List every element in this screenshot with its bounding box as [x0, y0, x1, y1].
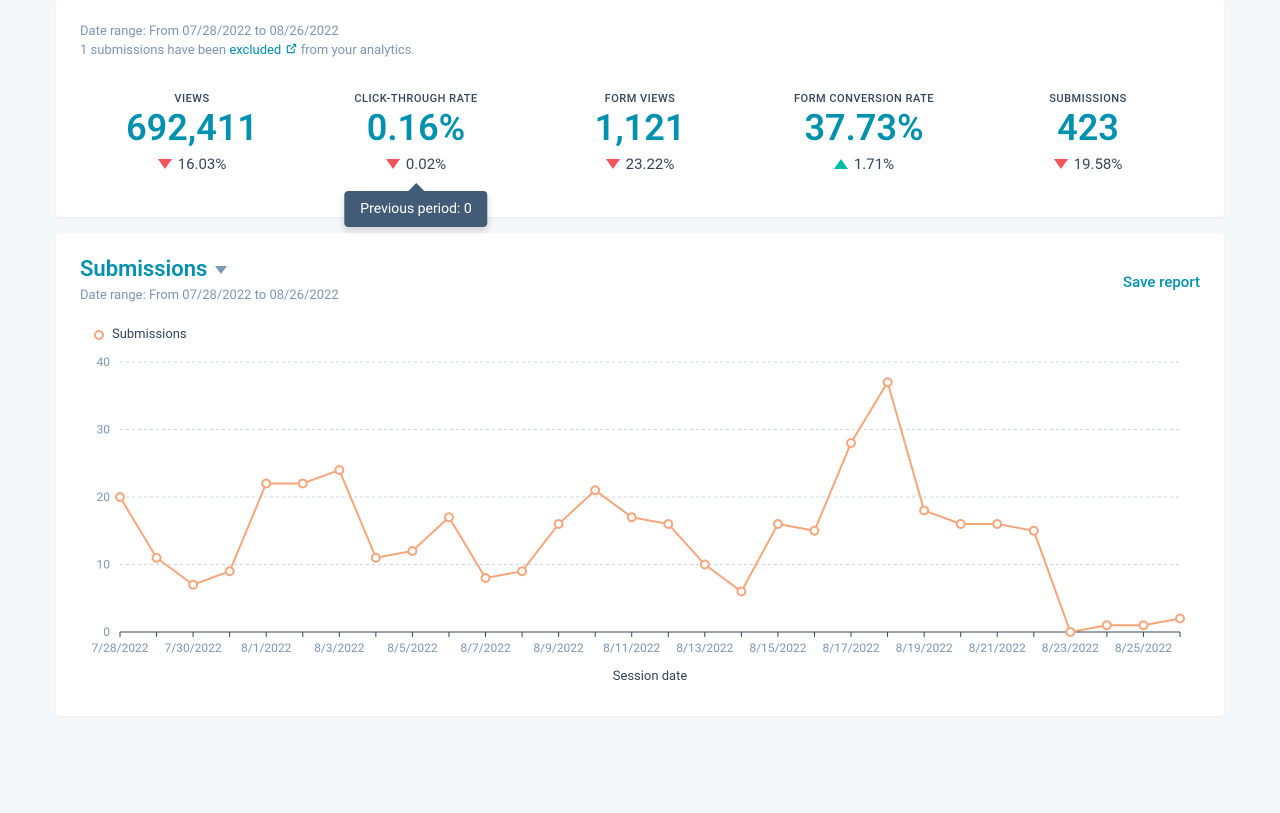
- excluded-prefix: 1 submissions have been: [80, 43, 229, 58]
- svg-text:0: 0: [103, 625, 110, 639]
- svg-text:8/23/2022: 8/23/2022: [1042, 641, 1099, 655]
- kpi-row: VIEWS 692,411 16.03% CLICK-THROUGH RATE 0.16…: [80, 62, 1200, 193]
- kpi-delta: 19.58%: [1054, 155, 1123, 173]
- kpi-card: Date range: From 07/28/2022 to 08/26/202…: [56, 0, 1224, 217]
- kpi-value: 0.16%: [304, 107, 528, 149]
- kpi-label: CLICK-THROUGH RATE: [304, 92, 528, 105]
- svg-text:8/11/2022: 8/11/2022: [603, 641, 660, 655]
- kpi-label: VIEWS: [80, 92, 304, 105]
- kpi-value: 1,121: [528, 107, 752, 149]
- svg-text:8/17/2022: 8/17/2022: [822, 641, 879, 655]
- kpi-form-views[interactable]: FORM VIEWS 1,121 23.22%: [528, 92, 752, 173]
- svg-text:8/7/2022: 8/7/2022: [460, 641, 511, 655]
- svg-text:8/1/2022: 8/1/2022: [241, 641, 292, 655]
- kpi-label: FORM CONVERSION RATE: [752, 92, 976, 105]
- chart-card: Submissions Date range: From 07/28/2022 …: [56, 233, 1224, 716]
- kpi-submissions[interactable]: SUBMISSIONS 423 19.58%: [976, 92, 1200, 173]
- submissions-chart: 0 10 20 30 40 7/28/2022 7/30/2022 8/1/2022 8/3/2…: [80, 352, 1200, 692]
- svg-text:8/5/2022: 8/5/2022: [387, 641, 438, 655]
- svg-text:10: 10: [97, 558, 111, 572]
- arrow-up-icon: [834, 159, 848, 169]
- excluded-suffix: from your analytics.: [301, 43, 415, 58]
- svg-text:7/30/2022: 7/30/2022: [165, 641, 222, 655]
- date-range-text: Date range: From 07/28/2022 to 08/26/202…: [80, 24, 1200, 39]
- save-report-button[interactable]: Save report: [1123, 273, 1200, 291]
- svg-text:7/28/2022: 7/28/2022: [91, 641, 148, 655]
- legend-label: Submissions: [112, 327, 187, 342]
- previous-period-tooltip: Previous period: 0: [344, 191, 487, 227]
- svg-text:8/13/2022: 8/13/2022: [676, 641, 733, 655]
- excluded-notice: 1 submissions have been excluded from yo…: [80, 43, 1200, 58]
- kpi-value: 423: [976, 107, 1200, 149]
- svg-text:8/15/2022: 8/15/2022: [749, 641, 806, 655]
- chevron-down-icon: [215, 266, 227, 274]
- svg-text:8/21/2022: 8/21/2022: [969, 641, 1026, 655]
- legend-marker-icon: [94, 330, 104, 340]
- kpi-delta: 1.71%: [834, 155, 894, 173]
- chart-title-text: Submissions: [80, 257, 207, 282]
- kpi-value: 692,411: [80, 107, 304, 149]
- kpi-delta: 16.03%: [158, 155, 227, 173]
- arrow-down-icon: [158, 159, 172, 169]
- arrow-down-icon: [1054, 159, 1068, 169]
- svg-text:Session date: Session date: [613, 669, 688, 684]
- chart-legend[interactable]: Submissions: [94, 327, 187, 342]
- chart-title-dropdown[interactable]: Submissions: [80, 257, 227, 282]
- kpi-form-conversion-rate[interactable]: FORM CONVERSION RATE 37.73% 1.71%: [752, 92, 976, 173]
- svg-text:8/9/2022: 8/9/2022: [533, 641, 584, 655]
- svg-text:20: 20: [97, 490, 111, 504]
- excluded-link[interactable]: excluded: [229, 43, 300, 58]
- kpi-label: FORM VIEWS: [528, 92, 752, 105]
- arrow-down-icon: [386, 159, 400, 169]
- svg-text:8/19/2022: 8/19/2022: [896, 641, 953, 655]
- kpi-label: SUBMISSIONS: [976, 92, 1200, 105]
- svg-text:30: 30: [97, 423, 111, 437]
- svg-text:8/3/2022: 8/3/2022: [314, 641, 365, 655]
- arrow-down-icon: [606, 159, 620, 169]
- kpi-delta: 23.22%: [606, 155, 675, 173]
- kpi-delta: 0.02%: [386, 155, 446, 173]
- kpi-value: 37.73%: [752, 107, 976, 149]
- kpi-click-through-rate[interactable]: CLICK-THROUGH RATE0.16%0.02%Previous per…: [304, 92, 528, 173]
- external-link-icon: [286, 43, 297, 58]
- chart-date-range: Date range: From 07/28/2022 to 08/26/202…: [80, 288, 339, 303]
- svg-text:40: 40: [97, 355, 111, 369]
- svg-text:8/25/2022: 8/25/2022: [1115, 641, 1172, 655]
- kpi-views[interactable]: VIEWS 692,411 16.03%: [80, 92, 304, 173]
